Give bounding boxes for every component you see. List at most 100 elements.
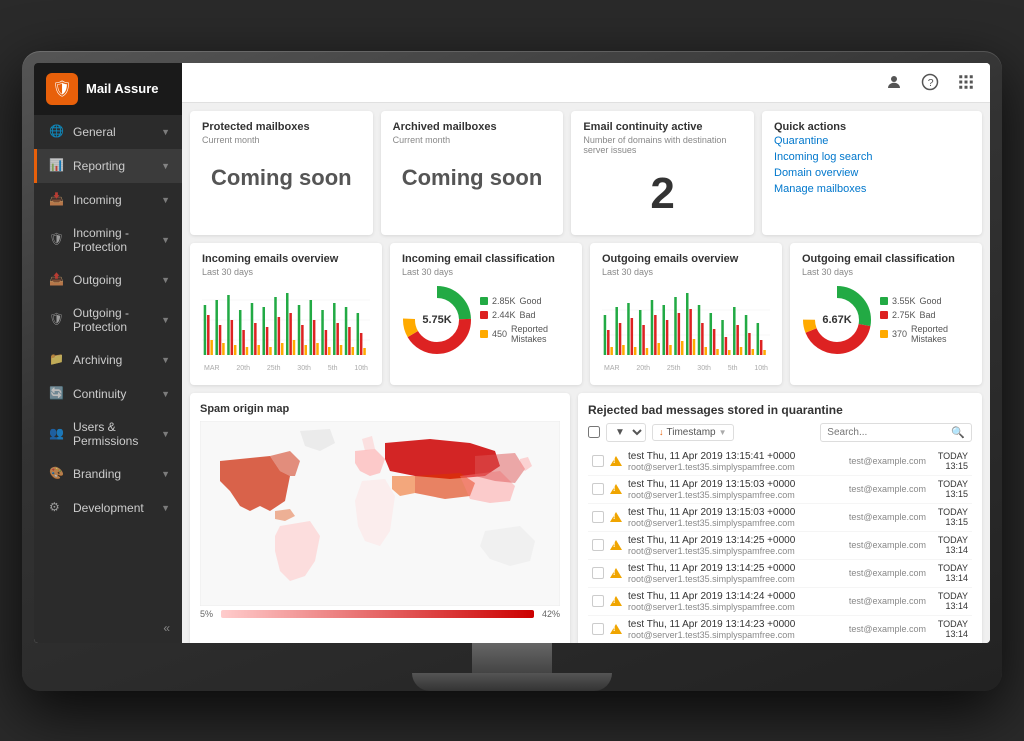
table-row[interactable]: test Thu, 11 Apr 2019 13:14:23 +0000 roo…	[588, 616, 972, 643]
help-icon[interactable]: ?	[918, 70, 942, 94]
outgoing-icon: 📤	[49, 272, 65, 288]
donut-reported: 450 Reported Mistakes	[480, 324, 570, 344]
donut-good: 2.85K Good	[480, 296, 570, 306]
table-row[interactable]: test Thu, 11 Apr 2019 13:15:03 +0000 roo…	[588, 476, 972, 504]
dashboard-content: Protected mailboxes Current month Coming…	[182, 103, 990, 643]
sidebar-item-continuity[interactable]: 🔄 Continuity ▼	[34, 377, 182, 411]
sort-arrow-icon: ↓	[659, 427, 664, 437]
chevron-icon: ▼	[161, 469, 170, 479]
manage-mailboxes-link[interactable]: Manage mailboxes	[774, 183, 970, 195]
select-all-checkbox[interactable]	[588, 426, 600, 438]
x-label-10: 10th	[354, 365, 368, 372]
row-checkbox[interactable]	[592, 623, 604, 635]
quarantine-link[interactable]: Quarantine	[774, 135, 970, 147]
sidebar-item-branding[interactable]: 🎨 Branding ▼	[34, 457, 182, 491]
incoming-donut-label: 5.75K	[422, 314, 451, 326]
row-checkbox[interactable]	[592, 595, 604, 607]
table-row[interactable]: test Thu, 11 Apr 2019 13:14:24 +0000 roo…	[588, 588, 972, 616]
row-from: root@server1.test35.simplyspamfree.com	[628, 490, 843, 500]
domain-overview-link[interactable]: Domain overview	[774, 167, 970, 179]
table-row[interactable]: test Thu, 11 Apr 2019 13:14:25 +0000 roo…	[588, 532, 972, 560]
sidebar: 🛡 Mail Assure 🌐 General ▼ 📊 Reporting ▼	[34, 63, 182, 643]
sidebar-nav: 🌐 General ▼ 📊 Reporting ▼ 📥 Incoming ▼	[34, 115, 182, 613]
svg-text:?: ?	[928, 77, 934, 89]
donut-bad-label: Bad	[520, 310, 536, 320]
row-checkbox[interactable]	[592, 455, 604, 467]
row-checkbox[interactable]	[592, 483, 604, 495]
sidebar-item-users[interactable]: 👥 Users & Permissions ▼	[34, 411, 182, 457]
table-row[interactable]: test Thu, 11 Apr 2019 13:15:03 +0000 roo…	[588, 504, 972, 532]
row-time: TODAY13:14	[932, 591, 968, 611]
row-subject: test Thu, 11 Apr 2019 13:15:03 +0000	[628, 479, 843, 490]
row-checkbox[interactable]	[592, 567, 604, 579]
sidebar-item-incoming-protection[interactable]: 🛡 Incoming - Protection ▼	[34, 217, 182, 263]
table-toolbar: ▼ ↓ Timestamp ▼ 🔍	[588, 423, 972, 442]
sidebar-item-development[interactable]: ⚙ Development ▼	[34, 491, 182, 525]
bulk-action-select[interactable]: ▼	[606, 423, 646, 442]
x-label-mar: MAR	[204, 365, 220, 372]
outgoing-classification-subtitle: Last 30 days	[802, 267, 970, 277]
outgoing-classification-card: Outgoing email classification Last 30 da…	[790, 243, 982, 385]
chevron-icon: ▼	[161, 195, 170, 205]
archived-mailboxes-title: Archived mailboxes	[393, 121, 552, 133]
out-x-20: 20th	[636, 365, 650, 372]
sidebar-item-incoming[interactable]: 📥 Incoming ▼	[34, 183, 182, 217]
row-checkbox[interactable]	[592, 539, 604, 551]
search-input[interactable]	[827, 427, 947, 438]
sidebar-item-reporting[interactable]: 📊 Reporting ▼	[34, 149, 182, 183]
chevron-icon: ▼	[161, 275, 170, 285]
protected-mailboxes-subtitle: Current month	[202, 135, 361, 145]
row-checkbox[interactable]	[592, 511, 604, 523]
main-content: ?	[182, 63, 990, 643]
monitor-outer: 🛡 Mail Assure 🌐 General ▼ 📊 Reporting ▼	[22, 51, 1002, 691]
warning-icon	[610, 484, 622, 494]
archive-icon: 📁	[49, 352, 65, 368]
outgoing-overview-title: Outgoing emails overview	[602, 253, 770, 265]
sidebar-label-incoming: Incoming	[73, 193, 161, 207]
sidebar-item-outgoing-protection[interactable]: 🛡 Outgoing - Protection ▼	[34, 297, 182, 343]
branding-icon: 🎨	[49, 466, 65, 482]
sort-chevron-icon: ▼	[719, 428, 727, 437]
row-to: test@example.com	[849, 484, 926, 494]
table-row[interactable]: test Thu, 11 Apr 2019 13:15:41 +0000 roo…	[588, 448, 972, 476]
row-to: test@example.com	[849, 540, 926, 550]
map-legend-max: 42%	[542, 609, 560, 619]
row-from: root@server1.test35.simplyspamfree.com	[628, 518, 843, 528]
spam-map-card: Spam origin map	[190, 393, 570, 643]
table-row[interactable]: test Thu, 11 Apr 2019 13:14:25 +0000 roo…	[588, 560, 972, 588]
warning-icon	[610, 596, 622, 606]
sidebar-item-outgoing[interactable]: 📤 Outgoing ▼	[34, 263, 182, 297]
row-content: test Thu, 11 Apr 2019 13:14:23 +0000 roo…	[628, 619, 843, 640]
row-time: TODAY13:14	[932, 535, 968, 555]
users-icon: 👥	[49, 426, 65, 442]
user-icon[interactable]	[882, 70, 906, 94]
chevron-icon: ▼	[161, 161, 170, 171]
chevron-icon: ▼	[161, 389, 170, 399]
donut-bad-value: 2.44K	[492, 310, 516, 320]
outgoing-donut-legend: 3.55K Good 2.75K Bad	[880, 296, 970, 344]
sidebar-label-development: Development	[73, 501, 161, 515]
sidebar-label-continuity: Continuity	[73, 387, 161, 401]
out-donut-good: 3.55K Good	[880, 296, 970, 306]
dev-icon: ⚙	[49, 500, 65, 516]
out-donut-bad: 2.75K Bad	[880, 310, 970, 320]
protected-mailboxes-card: Protected mailboxes Current month Coming…	[190, 111, 373, 235]
incoming-overview-card: Incoming emails overview Last 30 days	[190, 243, 382, 385]
globe-icon: 🌐	[49, 124, 65, 140]
sidebar-item-general[interactable]: 🌐 General ▼	[34, 115, 182, 149]
sidebar-label-users: Users & Permissions	[73, 420, 161, 448]
chevron-icon: ▼	[161, 235, 170, 245]
chevron-icon: ▼	[161, 127, 170, 137]
incoming-log-link[interactable]: Incoming log search	[774, 151, 970, 163]
row-subject: test Thu, 11 Apr 2019 13:14:25 +0000	[628, 535, 843, 546]
row-to: test@example.com	[849, 456, 926, 466]
apps-grid-icon[interactable]	[954, 70, 978, 94]
sidebar-item-archiving[interactable]: 📁 Archiving ▼	[34, 343, 182, 377]
sidebar-collapse-button[interactable]: «	[34, 613, 182, 643]
incoming-classification-subtitle: Last 30 days	[402, 267, 570, 277]
quarantine-title: Rejected bad messages stored in quaranti…	[588, 403, 972, 417]
topbar-icons: ?	[882, 70, 978, 94]
incoming-donut-container: 5.75K 2.85K Good	[402, 285, 570, 355]
sort-timestamp-button[interactable]: ↓ Timestamp ▼	[652, 424, 734, 441]
sidebar-logo: 🛡 Mail Assure	[34, 63, 182, 115]
